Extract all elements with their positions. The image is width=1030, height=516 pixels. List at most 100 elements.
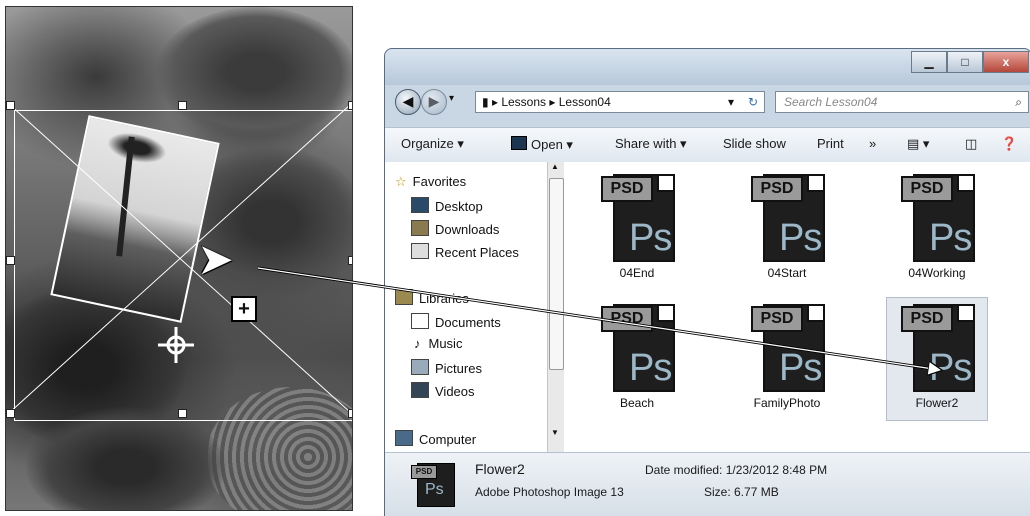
navigation-scrollbar[interactable]: ▲ ▼: [547, 162, 564, 452]
explorer-window: ▁ □ x ◀ ▶ ▾ ▮ ▸ Lessons ▸ Lesson04 ▾ ↻ S…: [384, 48, 1030, 516]
videos-icon: [411, 382, 429, 398]
minimize-button[interactable]: ▁: [911, 51, 947, 73]
psd-tag: PSD: [901, 176, 953, 202]
nav-favorites[interactable]: ☆ Favorites: [395, 174, 466, 190]
psd-file-icon: Ps PSD: [901, 168, 975, 264]
breadcrumb-lessons[interactable]: Lessons: [501, 95, 546, 109]
computer-icon: [395, 430, 413, 446]
photoshop-canvas[interactable]: [5, 6, 353, 511]
psd-tag: PSD: [751, 306, 803, 332]
folder-icon: ▮: [482, 95, 489, 109]
recent-pages-chevron-icon[interactable]: ▾: [449, 93, 454, 104]
nav-videos-label: Videos: [435, 384, 475, 399]
breadcrumb-separator-icon: ▸: [549, 95, 559, 109]
copy-plus-badge-icon: +: [231, 296, 257, 322]
nav-pictures[interactable]: Pictures: [411, 359, 482, 376]
nav-desktop[interactable]: Desktop: [411, 197, 483, 214]
nav-pictures-label: Pictures: [435, 361, 482, 376]
scroll-up-icon[interactable]: ▲: [551, 162, 559, 171]
nav-computer[interactable]: Computer: [395, 430, 476, 447]
nav-desktop-label: Desktop: [435, 199, 483, 214]
title-bar[interactable]: ▁ □ x: [385, 49, 1030, 85]
transform-diagonals: [8, 103, 352, 414]
more-commands-button[interactable]: »: [869, 136, 876, 151]
documents-icon: [411, 313, 429, 329]
change-view-icon[interactable]: ▤ ▾: [907, 136, 929, 152]
psd-file-icon: Ps PSD: [751, 298, 825, 394]
command-bar: Organize ▾ Open ▾ Share with ▾ Slide sho…: [385, 127, 1030, 163]
nav-documents-label: Documents: [435, 315, 501, 330]
downloads-icon: [411, 220, 429, 236]
navigation-pane: ☆ Favorites Desktop Downloads Recent Plac…: [385, 162, 564, 452]
psd-file-icon: Ps PSD: [901, 298, 975, 394]
details-thumb-tag: PSD: [411, 465, 437, 479]
pictures-icon: [411, 359, 429, 375]
forward-button[interactable]: ▶: [421, 89, 447, 115]
music-icon: ♪: [414, 336, 421, 351]
transform-handle-top-left[interactable]: [6, 101, 15, 110]
ps-glyph: Ps: [929, 217, 972, 259]
share-with-button[interactable]: Share with ▾: [615, 136, 687, 152]
search-input[interactable]: Search Lesson04 ⌕: [775, 91, 1029, 113]
details-size: Size: 6.77 MB: [704, 485, 779, 499]
nav-libraries[interactable]: Libraries: [395, 289, 469, 306]
transform-handle-bottom-left[interactable]: [6, 409, 15, 418]
print-button[interactable]: Print: [817, 136, 844, 151]
address-bar[interactable]: ▮ ▸ Lessons ▸ Lesson04 ▾ ↻: [475, 91, 765, 113]
photoshop-app-icon: [511, 136, 527, 150]
nav-downloads[interactable]: Downloads: [411, 220, 499, 237]
nav-documents[interactable]: Documents: [411, 313, 501, 330]
recent-places-icon: [411, 243, 429, 259]
nav-videos[interactable]: Videos: [411, 382, 475, 399]
psd-tag: PSD: [901, 306, 953, 332]
back-button[interactable]: ◀: [395, 89, 421, 115]
nav-music[interactable]: ♪ Music: [411, 336, 462, 351]
search-placeholder: Search Lesson04: [784, 95, 878, 109]
file-name: 04Start: [767, 266, 807, 280]
open-button-label: Open ▾: [531, 137, 573, 152]
reference-point-crosshair-icon[interactable]: [158, 327, 194, 363]
desktop-icon: [411, 197, 429, 213]
psd-file-icon: Ps PSD: [601, 298, 675, 394]
nav-recent-places[interactable]: Recent Places: [411, 243, 519, 260]
transform-handle-right[interactable]: [348, 256, 352, 265]
transform-handle-left[interactable]: [6, 256, 15, 265]
nav-libraries-label: Libraries: [419, 291, 469, 306]
ps-glyph: Ps: [929, 347, 972, 389]
file-name: 04Working: [908, 266, 966, 280]
refresh-icon[interactable]: ↻: [748, 92, 758, 112]
slide-show-button[interactable]: Slide show: [723, 136, 786, 151]
open-button[interactable]: Open ▾: [511, 136, 573, 153]
nav-music-label: Music: [428, 336, 463, 351]
file-item-selected[interactable]: Ps PSD Flower2: [886, 297, 988, 421]
psd-tag: PSD: [601, 176, 653, 202]
preview-pane-icon[interactable]: ◫: [965, 136, 977, 152]
scroll-down-icon[interactable]: ▼: [551, 428, 559, 437]
transform-handle-bottom-right[interactable]: [348, 409, 352, 418]
file-name: Flower2: [915, 396, 959, 410]
breadcrumb-lesson04[interactable]: Lesson04: [559, 95, 611, 109]
help-icon[interactable]: ❓: [1001, 136, 1017, 152]
transform-handle-top[interactable]: [178, 101, 187, 110]
address-dropdown-icon[interactable]: ▾: [728, 92, 734, 112]
file-name: Beach: [619, 396, 655, 410]
file-item[interactable]: Ps PSD 04Working: [887, 168, 987, 288]
ps-glyph: Ps: [629, 347, 672, 389]
organize-button[interactable]: Organize ▾: [401, 136, 464, 152]
transform-handle-bottom[interactable]: [178, 409, 187, 418]
psd-file-icon: Ps PSD: [751, 168, 825, 264]
file-item[interactable]: Ps PSD Beach: [587, 298, 687, 418]
search-icon[interactable]: ⌕: [1015, 92, 1022, 112]
file-item[interactable]: Ps PSD 04End: [587, 168, 687, 288]
transform-handle-top-right[interactable]: [348, 101, 352, 110]
psd-tag: PSD: [751, 176, 803, 202]
psd-file-icon: Ps PSD: [601, 168, 675, 264]
scrollbar-thumb[interactable]: [549, 178, 564, 370]
file-item[interactable]: Ps PSD FamilyPhoto: [737, 298, 837, 418]
maximize-button[interactable]: □: [947, 51, 983, 73]
close-button[interactable]: x: [983, 51, 1029, 73]
file-list: Ps PSD 04End Ps PSD 04Start Ps PSD 04Wor…: [564, 162, 1030, 452]
file-item[interactable]: Ps PSD 04Start: [737, 168, 837, 288]
details-file-name: Flower2: [475, 461, 525, 477]
file-name: 04End: [619, 266, 655, 280]
